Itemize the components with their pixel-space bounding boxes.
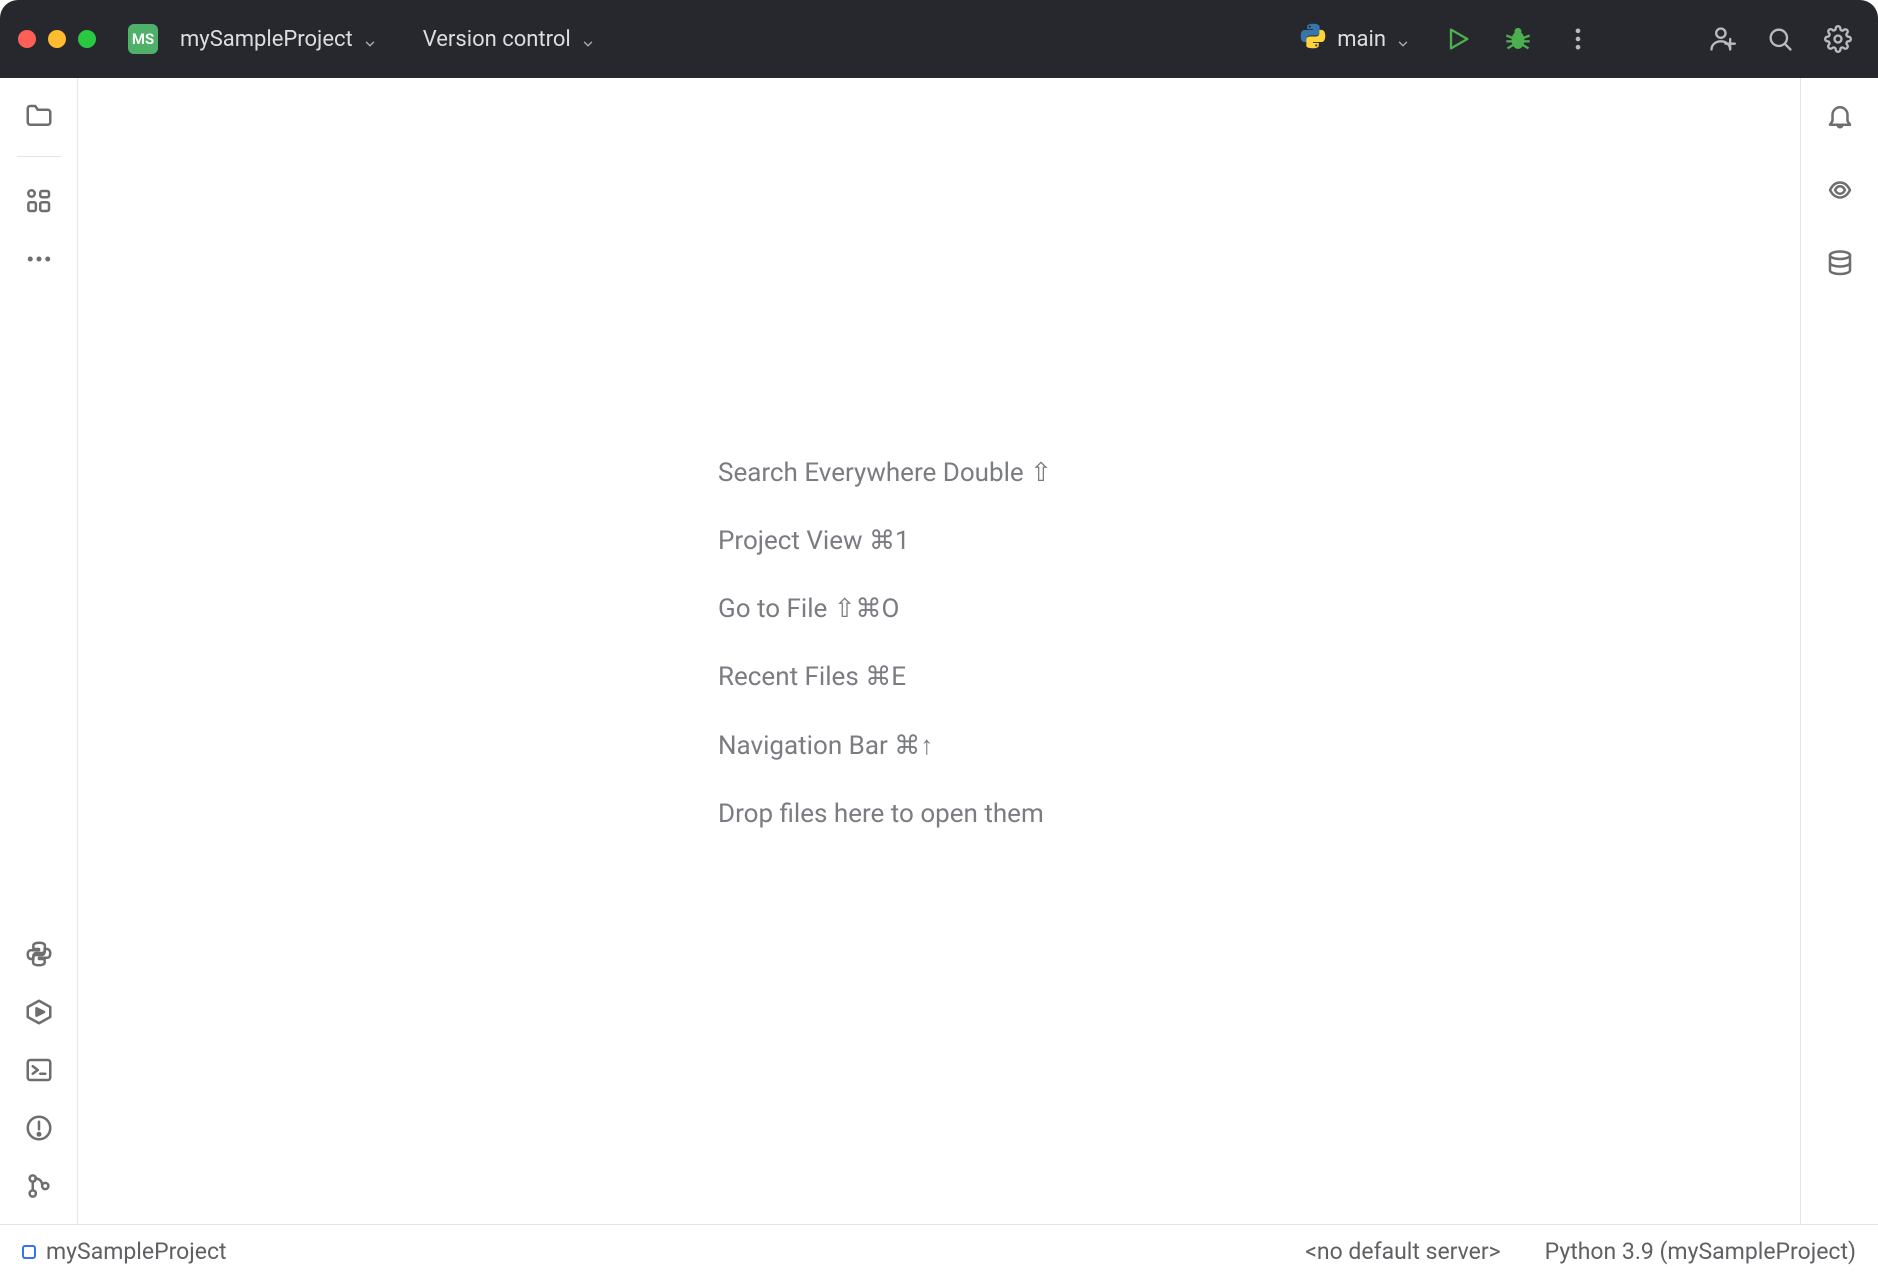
search-everywhere-button[interactable] xyxy=(1758,17,1802,61)
hint-recent-files: Recent Files ⌘E xyxy=(718,662,1052,692)
more-actions-button[interactable] xyxy=(1556,17,1600,61)
ai-assistant-button[interactable] xyxy=(1816,166,1864,214)
code-with-me-button[interactable] xyxy=(1700,17,1744,61)
vcs-label: Version control xyxy=(423,27,571,52)
vcs-tool-button[interactable] xyxy=(15,1162,63,1210)
run-config-dropdown[interactable]: main xyxy=(1289,16,1420,62)
run-config-label: main xyxy=(1337,27,1386,52)
hint-go-to-file: Go to File ⇧⌘O xyxy=(718,594,1052,624)
minimize-window-button[interactable] xyxy=(48,30,66,48)
status-interpreter[interactable]: Python 3.9 (mySampleProject) xyxy=(1545,1238,1856,1265)
more-tools-button[interactable] xyxy=(15,235,63,283)
python-console-button[interactable] xyxy=(15,930,63,978)
editor-hints: Search Everywhere Double ⇧ Project View … xyxy=(718,458,1052,829)
editor-empty-state[interactable]: Search Everywhere Double ⇧ Project View … xyxy=(78,78,1800,1224)
project-badge: MS xyxy=(128,24,158,54)
tool-window-toggle-icon[interactable] xyxy=(22,1245,36,1259)
status-server[interactable]: <no default server> xyxy=(1305,1238,1500,1265)
titlebar: MS mySampleProject Version control main xyxy=(0,0,1878,78)
hint-navigation-bar: Navigation Bar ⌘↑ xyxy=(718,730,1052,761)
status-left[interactable]: mySampleProject xyxy=(22,1238,227,1265)
settings-button[interactable] xyxy=(1816,17,1860,61)
services-tool-button[interactable] xyxy=(15,988,63,1036)
chevron-down-icon xyxy=(1396,32,1410,46)
python-icon xyxy=(1299,22,1327,56)
hint-project-view: Project View ⌘1 xyxy=(718,526,1052,556)
terminal-tool-button[interactable] xyxy=(15,1046,63,1094)
main-content: Search Everywhere Double ⇧ Project View … xyxy=(0,78,1878,1224)
zoom-window-button[interactable] xyxy=(78,30,96,48)
rail-divider xyxy=(17,156,61,157)
chevron-down-icon xyxy=(581,32,595,46)
debug-button[interactable] xyxy=(1496,17,1540,61)
project-tool-button[interactable] xyxy=(15,92,63,140)
window-controls xyxy=(18,30,96,48)
project-name-label: mySampleProject xyxy=(180,27,353,52)
database-tool-button[interactable] xyxy=(1816,240,1864,288)
left-tool-rail xyxy=(0,78,78,1224)
project-dropdown[interactable]: mySampleProject xyxy=(174,21,383,58)
status-bar: mySampleProject <no default server> Pyth… xyxy=(0,1224,1878,1278)
vcs-dropdown[interactable]: Version control xyxy=(417,21,601,58)
right-tool-rail xyxy=(1800,78,1878,1224)
hint-search-everywhere: Search Everywhere Double ⇧ xyxy=(718,458,1052,488)
chevron-down-icon xyxy=(363,32,377,46)
hint-drop-files: Drop files here to open them xyxy=(718,799,1052,829)
status-project-name: mySampleProject xyxy=(46,1238,227,1265)
structure-tool-button[interactable] xyxy=(15,177,63,225)
notifications-tool-button[interactable] xyxy=(1816,92,1864,140)
close-window-button[interactable] xyxy=(18,30,36,48)
problems-tool-button[interactable] xyxy=(15,1104,63,1152)
run-button[interactable] xyxy=(1436,17,1480,61)
